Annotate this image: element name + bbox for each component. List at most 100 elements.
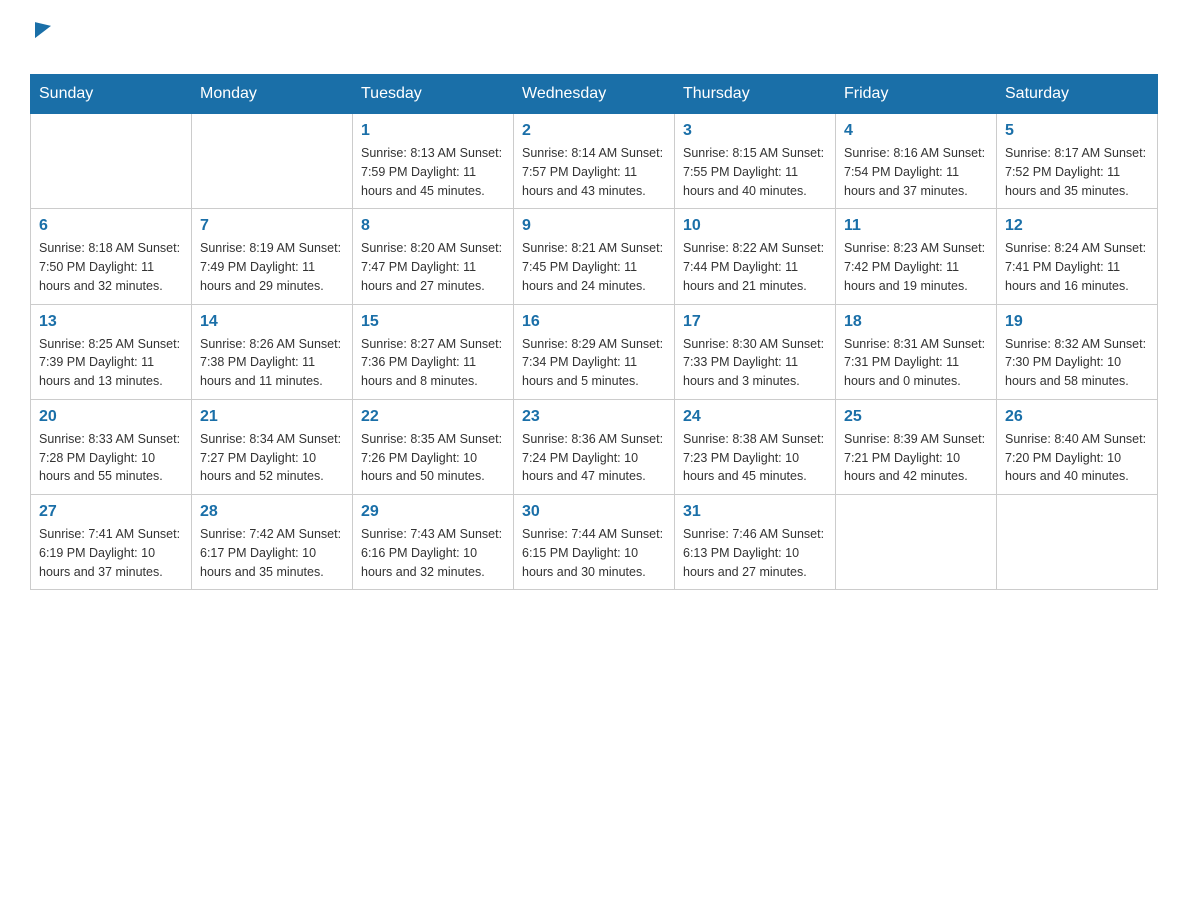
cell-w4-d7: 26 Sunrise: 8:40 AM Sunset: 7:20 PM Dayli… [997, 399, 1158, 494]
day-number: 22 [361, 408, 505, 426]
week-row-1: 1Sunrise: 8:13 AM Sunset: 7:59 PM Daylig… [31, 114, 1158, 209]
day-number: 8 [361, 217, 505, 235]
week-row-2: 6 Sunrise: 8:18 AM Sunset: 7:50 PM Daylig… [31, 209, 1158, 304]
day-number: 15 [361, 313, 505, 331]
cell-w3-d5: 17Sunrise: 8:30 AM Sunset: 7:33 PM Dayli… [675, 304, 836, 399]
cell-w2-d7: 12 Sunrise: 8:24 AM Sunset: 7:41 PM Dayli… [997, 209, 1158, 304]
cell-w3-d1: 13 Sunrise: 8:25 AM Sunset: 7:39 PM Dayli… [31, 304, 192, 399]
week-row-4: 20 Sunrise: 8:33 AM Sunset: 7:28 PM Dayli… [31, 399, 1158, 494]
cell-w4-d4: 23Sunrise: 8:36 AM Sunset: 7:24 PM Dayli… [514, 399, 675, 494]
cell-w2-d2: 7 Sunrise: 8:19 AM Sunset: 7:49 PM Daylig… [192, 209, 353, 304]
logo [30, 20, 51, 64]
cell-w1-d5: 3 Sunrise: 8:15 AM Sunset: 7:55 PM Daylig… [675, 114, 836, 209]
day-info: Sunrise: 7:41 AM Sunset: 6:19 PM Dayligh… [39, 525, 183, 581]
day-number: 26 [1005, 408, 1149, 426]
day-number: 25 [844, 408, 988, 426]
day-number: 10 [683, 217, 827, 235]
header-row: SundayMondayTuesdayWednesdayThursdayFrid… [31, 75, 1158, 114]
cell-w1-d2 [192, 114, 353, 209]
day-number: 13 [39, 313, 183, 331]
day-info: Sunrise: 7:42 AM Sunset: 6:17 PM Dayligh… [200, 525, 344, 581]
day-number: 14 [200, 313, 344, 331]
day-info: Sunrise: 7:46 AM Sunset: 6:13 PM Dayligh… [683, 525, 827, 581]
cell-w3-d3: 15 Sunrise: 8:27 AM Sunset: 7:36 PM Dayli… [353, 304, 514, 399]
day-info: Sunrise: 8:30 AM Sunset: 7:33 PM Dayligh… [683, 335, 827, 391]
day-number: 24 [683, 408, 827, 426]
day-info: Sunrise: 8:22 AM Sunset: 7:44 PM Dayligh… [683, 239, 827, 295]
header-friday: Friday [836, 75, 997, 114]
week-row-3: 13 Sunrise: 8:25 AM Sunset: 7:39 PM Dayli… [31, 304, 1158, 399]
cell-w5-d5: 31Sunrise: 7:46 AM Sunset: 6:13 PM Dayli… [675, 495, 836, 590]
day-number: 23 [522, 408, 666, 426]
day-number: 29 [361, 503, 505, 521]
header-sunday: Sunday [31, 75, 192, 114]
day-number: 30 [522, 503, 666, 521]
day-info: Sunrise: 8:17 AM Sunset: 7:52 PM Dayligh… [1005, 144, 1149, 200]
day-info: Sunrise: 7:43 AM Sunset: 6:16 PM Dayligh… [361, 525, 505, 581]
day-info: Sunrise: 8:33 AM Sunset: 7:28 PM Dayligh… [39, 430, 183, 486]
cell-w3-d2: 14Sunrise: 8:26 AM Sunset: 7:38 PM Dayli… [192, 304, 353, 399]
day-number: 16 [522, 313, 666, 331]
day-info: Sunrise: 7:44 AM Sunset: 6:15 PM Dayligh… [522, 525, 666, 581]
cell-w4-d3: 22 Sunrise: 8:35 AM Sunset: 7:26 PM Dayli… [353, 399, 514, 494]
day-info: Sunrise: 8:34 AM Sunset: 7:27 PM Dayligh… [200, 430, 344, 486]
day-info: Sunrise: 8:16 AM Sunset: 7:54 PM Dayligh… [844, 144, 988, 200]
header-monday: Monday [192, 75, 353, 114]
day-info: Sunrise: 8:38 AM Sunset: 7:23 PM Dayligh… [683, 430, 827, 486]
day-number: 27 [39, 503, 183, 521]
header-wednesday: Wednesday [514, 75, 675, 114]
day-number: 12 [1005, 217, 1149, 235]
cell-w4-d2: 21 Sunrise: 8:34 AM Sunset: 7:27 PM Dayli… [192, 399, 353, 494]
cell-w3-d7: 19Sunrise: 8:32 AM Sunset: 7:30 PM Dayli… [997, 304, 1158, 399]
cell-w2-d1: 6 Sunrise: 8:18 AM Sunset: 7:50 PM Daylig… [31, 209, 192, 304]
logo-arrow-icon [35, 18, 51, 38]
day-info: Sunrise: 8:14 AM Sunset: 7:57 PM Dayligh… [522, 144, 666, 200]
day-number: 4 [844, 122, 988, 140]
calendar-table: SundayMondayTuesdayWednesdayThursdayFrid… [30, 74, 1158, 590]
cell-w5-d2: 28 Sunrise: 7:42 AM Sunset: 6:17 PM Dayli… [192, 495, 353, 590]
day-info: Sunrise: 8:29 AM Sunset: 7:34 PM Dayligh… [522, 335, 666, 391]
cell-w1-d4: 2Sunrise: 8:14 AM Sunset: 7:57 PM Daylig… [514, 114, 675, 209]
day-info: Sunrise: 8:15 AM Sunset: 7:55 PM Dayligh… [683, 144, 827, 200]
day-number: 1 [361, 122, 505, 140]
day-info: Sunrise: 8:32 AM Sunset: 7:30 PM Dayligh… [1005, 335, 1149, 391]
day-number: 9 [522, 217, 666, 235]
cell-w5-d4: 30 Sunrise: 7:44 AM Sunset: 6:15 PM Dayli… [514, 495, 675, 590]
calendar-body: 1Sunrise: 8:13 AM Sunset: 7:59 PM Daylig… [31, 114, 1158, 590]
cell-w2-d4: 9 Sunrise: 8:21 AM Sunset: 7:45 PM Daylig… [514, 209, 675, 304]
day-info: Sunrise: 8:21 AM Sunset: 7:45 PM Dayligh… [522, 239, 666, 295]
cell-w1-d3: 1Sunrise: 8:13 AM Sunset: 7:59 PM Daylig… [353, 114, 514, 209]
cell-w5-d3: 29 Sunrise: 7:43 AM Sunset: 6:16 PM Dayli… [353, 495, 514, 590]
day-info: Sunrise: 8:19 AM Sunset: 7:49 PM Dayligh… [200, 239, 344, 295]
day-info: Sunrise: 8:18 AM Sunset: 7:50 PM Dayligh… [39, 239, 183, 295]
day-number: 3 [683, 122, 827, 140]
week-row-5: 27 Sunrise: 7:41 AM Sunset: 6:19 PM Dayli… [31, 495, 1158, 590]
cell-w4-d1: 20 Sunrise: 8:33 AM Sunset: 7:28 PM Dayli… [31, 399, 192, 494]
cell-w1-d7: 5 Sunrise: 8:17 AM Sunset: 7:52 PM Daylig… [997, 114, 1158, 209]
cell-w3-d4: 16 Sunrise: 8:29 AM Sunset: 7:34 PM Dayli… [514, 304, 675, 399]
header-tuesday: Tuesday [353, 75, 514, 114]
day-info: Sunrise: 8:40 AM Sunset: 7:20 PM Dayligh… [1005, 430, 1149, 486]
day-info: Sunrise: 8:20 AM Sunset: 7:47 PM Dayligh… [361, 239, 505, 295]
calendar-header: SundayMondayTuesdayWednesdayThursdayFrid… [31, 75, 1158, 114]
page-header [30, 20, 1158, 64]
cell-w5-d1: 27 Sunrise: 7:41 AM Sunset: 6:19 PM Dayli… [31, 495, 192, 590]
day-info: Sunrise: 8:31 AM Sunset: 7:31 PM Dayligh… [844, 335, 988, 391]
day-number: 21 [200, 408, 344, 426]
day-info: Sunrise: 8:23 AM Sunset: 7:42 PM Dayligh… [844, 239, 988, 295]
day-number: 7 [200, 217, 344, 235]
day-info: Sunrise: 8:27 AM Sunset: 7:36 PM Dayligh… [361, 335, 505, 391]
cell-w4-d5: 24 Sunrise: 8:38 AM Sunset: 7:23 PM Dayli… [675, 399, 836, 494]
cell-w3-d6: 18Sunrise: 8:31 AM Sunset: 7:31 PM Dayli… [836, 304, 997, 399]
day-number: 6 [39, 217, 183, 235]
day-info: Sunrise: 8:25 AM Sunset: 7:39 PM Dayligh… [39, 335, 183, 391]
day-number: 5 [1005, 122, 1149, 140]
day-number: 28 [200, 503, 344, 521]
day-info: Sunrise: 8:35 AM Sunset: 7:26 PM Dayligh… [361, 430, 505, 486]
day-number: 20 [39, 408, 183, 426]
cell-w5-d7 [997, 495, 1158, 590]
header-thursday: Thursday [675, 75, 836, 114]
cell-w1-d6: 4 Sunrise: 8:16 AM Sunset: 7:54 PM Daylig… [836, 114, 997, 209]
cell-w5-d6 [836, 495, 997, 590]
day-info: Sunrise: 8:24 AM Sunset: 7:41 PM Dayligh… [1005, 239, 1149, 295]
